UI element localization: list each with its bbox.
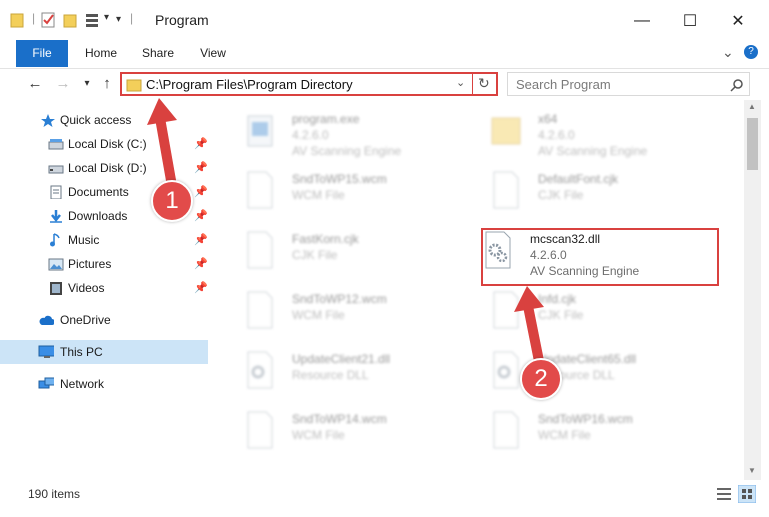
arrow-to-dll bbox=[523, 305, 545, 367]
step-2-marker: 2 bbox=[520, 358, 562, 400]
arrow-head bbox=[514, 286, 544, 312]
annotation-arrows bbox=[147, 98, 545, 367]
step-1-marker: 1 bbox=[151, 180, 193, 222]
arrow-to-address-bar bbox=[155, 117, 177, 187]
arrow-head bbox=[147, 98, 177, 125]
